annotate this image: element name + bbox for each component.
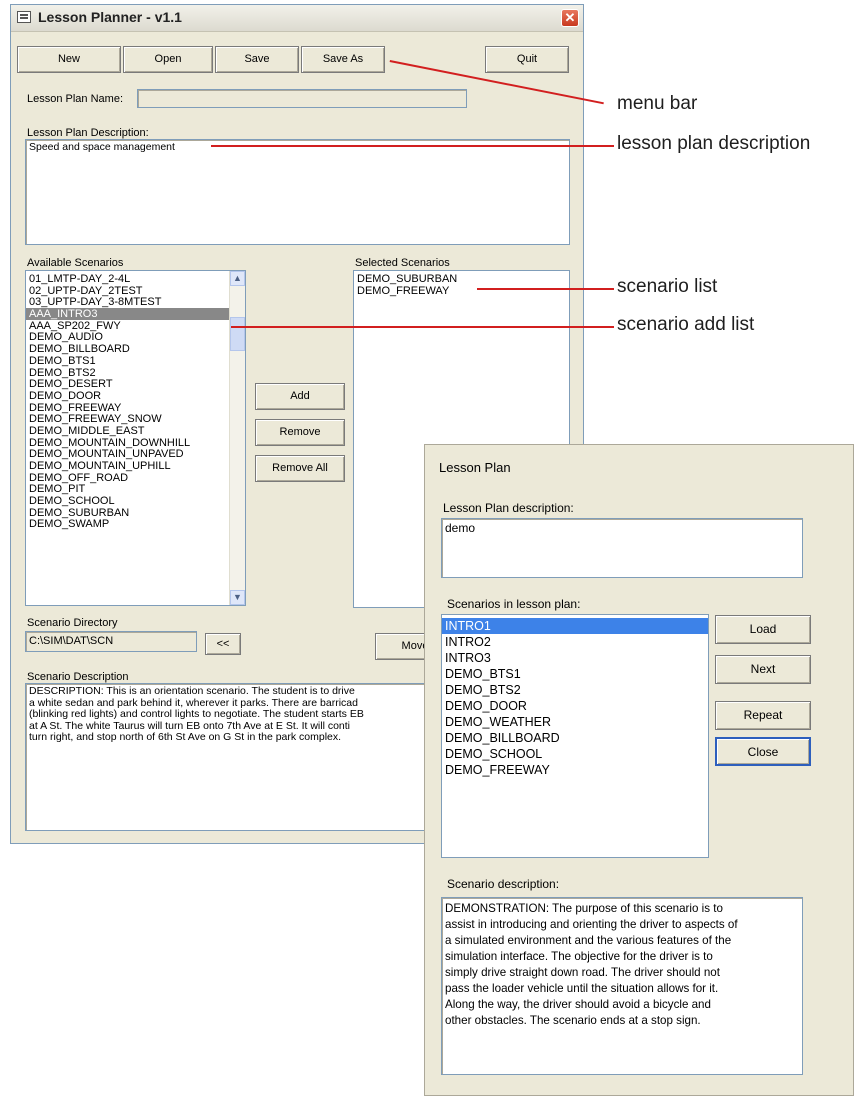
add-button[interactable]: Add xyxy=(255,383,345,410)
dialog-scenarios-label: Scenarios in lesson plan: xyxy=(447,597,581,611)
lesson-plan-name-label: Lesson Plan Name: xyxy=(27,93,123,105)
available-scenario-item[interactable]: 01_LMTP-DAY_2-4L xyxy=(26,273,229,285)
dialog-scenario-description-line: other obstacles. The scenario ends at a … xyxy=(445,1014,701,1027)
dialog-scenario-description-field[interactable]: DEMONSTRATION: The purpose of this scena… xyxy=(441,897,803,1075)
dialog-description-field[interactable]: demo xyxy=(441,518,803,578)
dialog-scenario-item[interactable]: DEMO_DOOR xyxy=(442,698,708,714)
dialog-scenario-item[interactable]: DEMO_WEATHER xyxy=(442,714,708,730)
window-title: Lesson Planner - v1.1 xyxy=(38,9,182,25)
scenario-directory-label: Scenario Directory xyxy=(27,617,118,629)
lesson-description-callout: lesson plan description xyxy=(617,133,811,154)
dialog-scenario-item[interactable]: DEMO_SCHOOL xyxy=(442,746,708,762)
selected-scenarios-label: Selected Scenarios xyxy=(355,257,450,269)
dialog-title: Lesson Plan xyxy=(439,460,511,475)
lesson-plan-description-text: Speed and space management xyxy=(29,141,175,153)
scroll-down-arrow-icon[interactable]: ▼ xyxy=(230,590,245,605)
available-scenario-item[interactable]: AAA_INTRO3 xyxy=(26,308,229,320)
available-scenario-item[interactable]: 02_UPTP-DAY_2TEST xyxy=(26,285,229,297)
scroll-up-arrow-icon[interactable]: ▲ xyxy=(230,271,245,286)
available-scenario-item[interactable]: DEMO_BTS1 xyxy=(26,355,229,367)
dialog-scenario-description-line: simply drive straight down road. The dri… xyxy=(445,966,720,979)
scenario-directory-field[interactable]: C:\SIM\DAT\SCN xyxy=(25,631,197,652)
available-scenarios-label: Available Scenarios xyxy=(27,257,124,269)
available-scenario-item[interactable]: DEMO_SCHOOL xyxy=(26,495,229,507)
available-scenario-item[interactable]: DEMO_PIT xyxy=(26,483,229,496)
available-scenario-item[interactable]: DEMO_OFF_ROAD xyxy=(26,472,229,484)
dialog-scenario-description-text: DEMONSTRATION: The purpose of this scena… xyxy=(442,898,802,1032)
close-button[interactable]: ✕ xyxy=(561,9,579,27)
app-icon xyxy=(17,11,31,23)
available-scenario-item[interactable]: 03_UPTP-DAY_3-8MTEST xyxy=(26,296,229,309)
available-scenarios-scrollbar[interactable]: ▲ ▼ xyxy=(229,271,245,605)
new-button[interactable]: New xyxy=(17,46,121,73)
remove-all-button[interactable]: Remove All xyxy=(255,455,345,482)
available-scenario-item[interactable]: DEMO_SUBURBAN xyxy=(26,507,229,519)
available-scenario-item[interactable]: DEMO_MIDDLE_EAST xyxy=(26,425,229,437)
available-scenario-item[interactable]: DEMO_MOUNTAIN_UPHILL xyxy=(26,460,229,472)
dialog-scenario-description-line: DEMONSTRATION: The purpose of this scena… xyxy=(445,902,723,915)
available-scenario-item[interactable]: DEMO_BILLBOARD xyxy=(26,343,229,355)
lesson-plan-description-field[interactable]: Speed and space management xyxy=(25,139,570,245)
dialog-description-label: Lesson Plan description: xyxy=(443,501,574,515)
available-scenario-item[interactable]: DEMO_SWAMP xyxy=(26,518,229,531)
open-button[interactable]: Open xyxy=(123,46,213,73)
scenario-add-callout: scenario add list xyxy=(617,314,755,335)
available-scenario-item[interactable]: DEMO_DESERT xyxy=(26,378,229,390)
scenario-list-callout: scenario list xyxy=(617,276,718,297)
scenario-list-pointer-line xyxy=(477,288,614,290)
menu-bar-callout: menu bar xyxy=(617,93,698,114)
load-button[interactable]: Load xyxy=(715,615,811,644)
dialog-scenario-item[interactable]: DEMO_BILLBOARD xyxy=(442,730,708,746)
save-as-button[interactable]: Save As xyxy=(301,46,385,73)
available-scenario-item[interactable]: DEMO_AUDIO xyxy=(26,331,229,344)
selected-scenario-item[interactable]: DEMO_SUBURBAN xyxy=(354,273,569,285)
available-scenario-item[interactable]: DEMO_MOUNTAIN_DOWNHILL xyxy=(26,437,229,449)
dialog-scenario-item[interactable]: INTRO2 xyxy=(442,634,708,650)
dialog-scenario-item[interactable]: INTRO3 xyxy=(442,650,708,666)
dialog-scenario-description-label: Scenario description: xyxy=(447,877,560,891)
available-scenario-item[interactable]: DEMO_FREEWAY xyxy=(26,402,229,414)
available-scenarios-list[interactable]: 01_LMTP-DAY_2-4L 02_UPTP-DAY_2TEST 03_UPTP… xyxy=(25,270,246,606)
scenario-description-label: Scenario Description xyxy=(27,671,129,683)
repeat-button[interactable]: Repeat xyxy=(715,701,811,730)
dialog-scenario-description-line: assist in introducing and orienting the … xyxy=(445,918,738,931)
scroll-thumb[interactable] xyxy=(230,317,245,351)
dialog-scenario-description-line: Along the way, the driver should avoid a… xyxy=(445,998,711,1011)
browse-directory-button[interactable]: << xyxy=(205,633,241,655)
available-scenario-item[interactable]: DEMO_MOUNTAIN_UNPAVED xyxy=(26,448,229,460)
dialog-scenario-description-line: pass the loader vehicle until the situat… xyxy=(445,982,719,995)
next-button[interactable]: Next xyxy=(715,655,811,684)
available-scenario-item[interactable]: DEMO_DOOR xyxy=(26,390,229,402)
title-bar[interactable]: Lesson Planner - v1.1 ✕ xyxy=(11,5,583,32)
dialog-scenario-item[interactable]: INTRO1 xyxy=(442,618,708,634)
dialog-scenario-item[interactable]: DEMO_BTS2 xyxy=(442,682,708,698)
lesson-plan-dialog: Lesson Plan Lesson Plan description: dem… xyxy=(424,444,854,1096)
dialog-scenario-description-line: simulation interface. The objective for … xyxy=(445,950,713,963)
dialog-scenario-item[interactable]: DEMO_FREEWAY xyxy=(442,762,708,778)
dialog-scenario-item[interactable]: DEMO_BTS1 xyxy=(442,666,708,682)
available-scenario-item[interactable]: DEMO_FREEWAY_SNOW xyxy=(26,413,229,425)
dialog-scenarios-list[interactable]: INTRO1 INTRO2 INTRO3 DEMO_BTS1 DEMO_BTS2 DEMO… xyxy=(441,614,709,858)
available-scenario-item[interactable]: AAA_SP202_FWY xyxy=(26,320,229,332)
quit-button[interactable]: Quit xyxy=(485,46,569,73)
selected-scenario-item[interactable]: DEMO_FREEWAY xyxy=(354,285,569,297)
remove-button[interactable]: Remove xyxy=(255,419,345,446)
lesson-plan-description-label: Lesson Plan Description: xyxy=(27,127,149,139)
lesson-plan-name-field[interactable] xyxy=(137,89,467,108)
available-scenario-item[interactable]: DEMO_BTS2 xyxy=(26,367,229,379)
lesson-description-pointer-line xyxy=(211,145,614,147)
scenario-add-pointer-line xyxy=(231,326,614,328)
dialog-scenario-description-line: a simulated environment and the various … xyxy=(445,934,732,947)
close-dialog-button[interactable]: Close xyxy=(715,737,811,766)
save-button[interactable]: Save xyxy=(215,46,299,73)
dialog-description-text: demo xyxy=(445,521,476,535)
